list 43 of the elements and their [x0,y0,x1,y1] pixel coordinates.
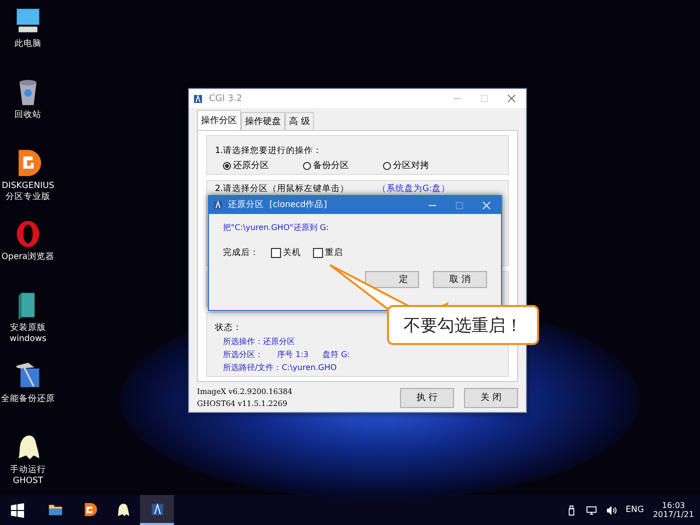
desktop-icon-label: Opera浏览器 [0,252,56,263]
dialog-button[interactable]: 定 [365,271,419,288]
desktop-icon-label: 全能备份还原 [0,394,56,405]
desktop-icon-label: 安装原版 windows [8,323,48,345]
radio-option[interactable]: 分区对拷 [383,159,429,172]
clock[interactable]: 16:03 2017/1/21 [652,501,694,519]
input-language[interactable]: ENG [626,505,644,515]
window-title: CGI 3.2 [209,94,244,104]
dialog-button[interactable]: 取 消 [433,271,487,288]
group-label: 2.请选择分区（用鼠标左键单击） [215,183,350,195]
status-text: 序号 1:3 [277,349,308,360]
tab[interactable]: 高 级 [285,112,314,130]
restore-message: 把"C:\yuren.GHO"还原到 G: [223,222,330,233]
radio-option[interactable]: 还原分区 [223,159,269,172]
dialog-title: 还原分区 [clonecd作品] [228,199,328,211]
network-icon[interactable] [586,504,597,516]
windows-start-icon[interactable] [10,502,25,518]
group-label: 1.请选择您要进行的操作： [215,146,322,156]
app-icon [193,94,203,104]
desktop-icon-label: DISKGENIUS 分区专业版 [0,181,56,203]
callout-text: 不要勾选重启！ [404,314,522,336]
tab[interactable]: 操作分区 [197,110,241,130]
app-icon [213,200,223,210]
close-icon[interactable] [507,94,516,103]
after-label: 完成后： [223,247,259,259]
ghost-icon[interactable] [116,502,130,516]
desktop-icon-label: 此电脑 [14,39,42,50]
tab[interactable]: 操作硬盘 [241,112,285,130]
desktop-icon-label: 回收站 [14,110,42,121]
radio-option[interactable]: 备份分区 [303,159,349,172]
status-text: 所选操作：还原分区 [223,336,295,347]
status-text: 所选分区： [223,349,263,360]
status-text: 所选路径/文件：C:\yuren.GHO [223,362,337,373]
desktop-icon-label: 手动运行 GHOST [9,465,47,487]
volume-icon[interactable] [606,504,617,516]
system-disk-note: （系统盘为G:盘） [378,183,450,195]
window-button[interactable]: 关 闭 [464,388,518,408]
status-text: 盘符 G: [322,349,350,360]
window-button[interactable]: 执 行 [400,388,454,408]
checkbox-option[interactable]: 重启 [313,247,343,259]
checkbox-option[interactable]: 关机 [271,247,301,259]
status-heading: 状态： [215,322,242,334]
app-icon[interactable] [150,502,164,516]
